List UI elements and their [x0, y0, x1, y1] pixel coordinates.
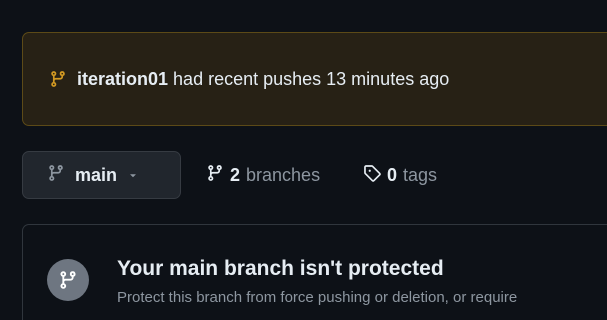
branch-protection-notice: Your main branch isn't protected Protect… [22, 224, 607, 320]
repo-page: iteration01 had recent pushes 13 minutes… [0, 0, 607, 320]
recent-pushes-message: had recent pushes 13 minutes ago [173, 68, 450, 89]
branch-selector-button[interactable]: main [22, 151, 181, 199]
protection-title: Your main branch isn't protected [117, 257, 444, 280]
pushed-branch-link[interactable]: iteration01 [77, 69, 168, 89]
triangle-down-icon [127, 169, 139, 181]
tags-label: tags [403, 164, 438, 185]
current-branch-label: main [75, 164, 118, 185]
branches-count: 2 [230, 164, 241, 185]
git-branch-icon [206, 164, 224, 187]
recent-pushes-banner: iteration01 had recent pushes 13 minutes… [22, 32, 607, 126]
tag-icon [363, 164, 381, 187]
git-branch-icon [49, 70, 67, 88]
tags-link[interactable]: 0 tags [363, 151, 437, 199]
git-branch-icon [47, 259, 89, 301]
git-branch-icon [47, 164, 65, 187]
tags-count: 0 [387, 164, 398, 185]
branches-link[interactable]: 2 branches [206, 151, 320, 199]
protection-description: Protect this branch from force pushing o… [117, 289, 518, 306]
branches-label: branches [246, 164, 321, 185]
